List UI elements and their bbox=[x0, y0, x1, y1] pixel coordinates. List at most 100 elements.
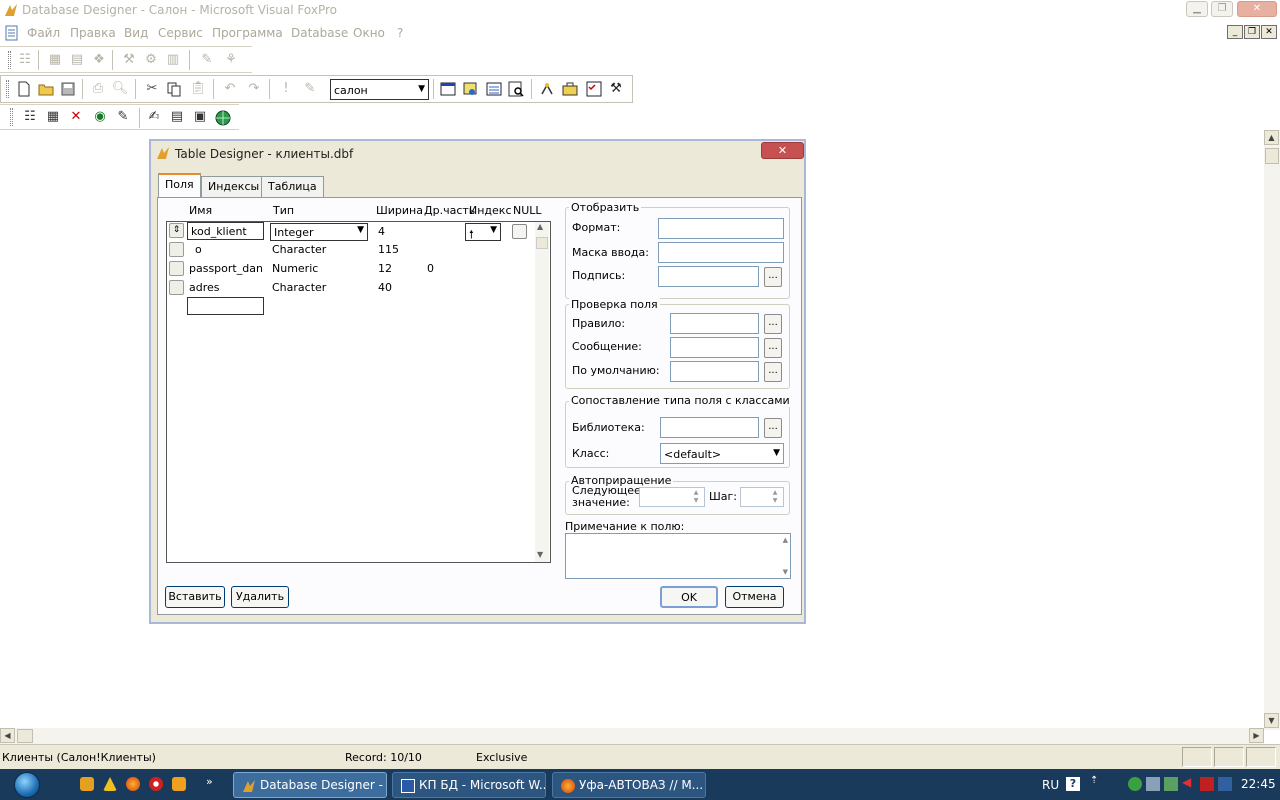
tab-indexes[interactable]: Индексы bbox=[201, 176, 267, 198]
open-folder-icon[interactable] bbox=[37, 80, 55, 98]
menu-help[interactable]: ? bbox=[397, 26, 403, 40]
tab-table[interactable]: Таблица bbox=[261, 176, 324, 198]
tray-clover-icon[interactable] bbox=[1128, 777, 1142, 791]
add-table-icon[interactable]: ▦ bbox=[44, 108, 62, 126]
caption-builder-button[interactable]: ... bbox=[764, 267, 782, 287]
taskbar-button-foxpro[interactable]: Database Designer - ... bbox=[233, 772, 387, 798]
mdi-restore-button[interactable]: ❐ bbox=[1244, 25, 1260, 39]
field-name-input[interactable]: kod_klient bbox=[187, 222, 264, 240]
undo-icon[interactable]: ↶ bbox=[221, 80, 239, 98]
add-view-icon[interactable]: ◉ bbox=[91, 108, 109, 126]
new-table-icon[interactable]: ☷ bbox=[21, 108, 39, 126]
insert-button[interactable]: Вставить bbox=[165, 586, 225, 608]
library-builder-button[interactable]: ... bbox=[764, 418, 782, 438]
input-mask-input[interactable] bbox=[658, 242, 784, 263]
properties-window-icon[interactable] bbox=[485, 80, 503, 98]
delete-button[interactable]: Удалить bbox=[231, 586, 289, 608]
tray-antivirus-icon[interactable] bbox=[1200, 777, 1214, 791]
format-input[interactable] bbox=[658, 218, 784, 239]
row-mover-icon[interactable]: ⇕ bbox=[169, 223, 184, 238]
field-width-cell[interactable]: 40 bbox=[378, 281, 392, 294]
data-session-icon[interactable] bbox=[461, 80, 479, 98]
scroll-up-icon[interactable]: ▲ bbox=[1264, 130, 1279, 145]
spinner-arrows[interactable]: ▲ ▼ bbox=[768, 489, 782, 505]
rule-input[interactable] bbox=[670, 313, 759, 334]
clock[interactable]: 22:45 bbox=[1241, 777, 1276, 791]
menu-window[interactable]: Окно bbox=[353, 26, 385, 40]
horizontal-scrollbar[interactable]: ◀ ▶ bbox=[0, 728, 1264, 744]
connections-icon[interactable]: ▣ bbox=[191, 108, 209, 126]
toolbar-grip[interactable] bbox=[8, 51, 11, 69]
scroll-thumb[interactable] bbox=[536, 237, 548, 249]
scroll-right-icon[interactable]: ▶ bbox=[1249, 728, 1264, 743]
close-app-button[interactable]: ✕ bbox=[1237, 1, 1277, 17]
code-references-icon[interactable] bbox=[539, 80, 557, 98]
opera-icon[interactable] bbox=[149, 777, 163, 791]
menu-file[interactable]: Файл bbox=[27, 26, 60, 40]
connections-icon[interactable]: ✎ bbox=[198, 51, 216, 69]
tray-app-icon[interactable] bbox=[1218, 777, 1232, 791]
field-name-cell[interactable]: o bbox=[195, 243, 202, 256]
scroll-down-icon[interactable]: ▼ bbox=[1264, 713, 1279, 728]
scroll-thumb[interactable] bbox=[1265, 148, 1279, 164]
message-input[interactable] bbox=[670, 337, 759, 358]
scroll-down-icon[interactable]: ▼ bbox=[783, 568, 788, 576]
field-width-cell[interactable]: 4 bbox=[378, 225, 385, 238]
firefox-icon[interactable] bbox=[126, 777, 140, 791]
run-icon[interactable]: ! bbox=[277, 80, 295, 98]
modify-table-icon[interactable]: ✎ bbox=[114, 108, 132, 126]
field-decimal-cell[interactable]: 0 bbox=[427, 262, 434, 275]
remove-table-icon[interactable]: ▤ bbox=[68, 51, 86, 69]
scroll-up-icon[interactable]: ▲ bbox=[783, 536, 788, 544]
menu-database[interactable]: Database bbox=[291, 26, 348, 40]
language-indicator[interactable]: RU bbox=[1042, 778, 1059, 792]
field-index-select[interactable]: 🠕︎ ▼ bbox=[465, 223, 501, 241]
toolbar-grip[interactable] bbox=[10, 108, 13, 126]
menu-view[interactable]: Вид bbox=[124, 26, 148, 40]
menu-tools[interactable]: Сервис bbox=[158, 26, 203, 40]
mdi-close-button[interactable]: ✕ bbox=[1261, 25, 1277, 39]
rule-builder-button[interactable]: ... bbox=[764, 314, 782, 334]
redo-icon[interactable]: ↷ bbox=[245, 80, 263, 98]
row-mover-icon[interactable] bbox=[169, 242, 184, 257]
restore-button[interactable]: ❐ bbox=[1211, 1, 1233, 17]
quicklaunch-warning-icon[interactable] bbox=[103, 777, 117, 791]
spin-down-icon[interactable]: ▼ bbox=[689, 497, 703, 505]
print-preview-icon[interactable]: 🔍︎ bbox=[111, 80, 129, 98]
taskbar-button-word[interactable]: КП БД - Microsoft W... bbox=[392, 772, 546, 798]
scroll-up-icon[interactable]: ▲ bbox=[537, 222, 543, 231]
copy-icon[interactable] bbox=[165, 80, 183, 98]
scroll-thumb[interactable] bbox=[17, 729, 33, 743]
print-icon[interactable]: ⎙ bbox=[89, 80, 107, 98]
start-button[interactable] bbox=[4, 769, 44, 800]
menu-program[interactable]: Программа bbox=[212, 26, 283, 40]
task-list-icon[interactable] bbox=[585, 80, 603, 98]
add-table-icon[interactable]: ▦ bbox=[46, 51, 64, 69]
edit-procedures-icon[interactable]: ▥ bbox=[164, 51, 182, 69]
help-icon[interactable]: ? bbox=[1066, 777, 1080, 791]
library-input[interactable] bbox=[660, 417, 759, 438]
database-combo[interactable]: салон ▼ bbox=[330, 79, 429, 100]
volume-icon[interactable]: ◀ bbox=[1182, 775, 1191, 789]
quicklaunch-app-icon[interactable] bbox=[80, 777, 94, 791]
remove-table-icon[interactable]: ✕ bbox=[67, 108, 85, 126]
edit-procedures-icon[interactable]: ✍ bbox=[145, 108, 163, 126]
comment-textarea[interactable]: ▲ ▼ bbox=[565, 533, 791, 579]
document-icon[interactable] bbox=[4, 25, 20, 41]
toolbox-icon[interactable] bbox=[561, 80, 579, 98]
taskbar-button-firefox[interactable]: Уфа-АВТОВАЗ // М... bbox=[552, 772, 706, 798]
view-icon[interactable]: ❖ bbox=[90, 51, 108, 69]
browse-table-icon[interactable]: ⚙ bbox=[142, 51, 160, 69]
toolbar-grip[interactable] bbox=[6, 80, 9, 98]
menu-edit[interactable]: Правка bbox=[70, 26, 116, 40]
spin-up-icon[interactable]: ▲ bbox=[768, 489, 782, 497]
scroll-left-icon[interactable]: ◀ bbox=[0, 728, 15, 743]
browse-table-icon[interactable]: ▤ bbox=[168, 108, 186, 126]
default-builder-button[interactable]: ... bbox=[764, 362, 782, 382]
modify-table-icon[interactable]: ⚒ bbox=[120, 51, 138, 69]
tray-monitor-icon[interactable] bbox=[1164, 777, 1178, 791]
row-mover-icon[interactable] bbox=[169, 261, 184, 276]
cancel-button[interactable]: Отмена bbox=[725, 586, 784, 608]
command-window-icon[interactable] bbox=[439, 80, 457, 98]
cut-icon[interactable]: ✂ bbox=[143, 80, 161, 98]
